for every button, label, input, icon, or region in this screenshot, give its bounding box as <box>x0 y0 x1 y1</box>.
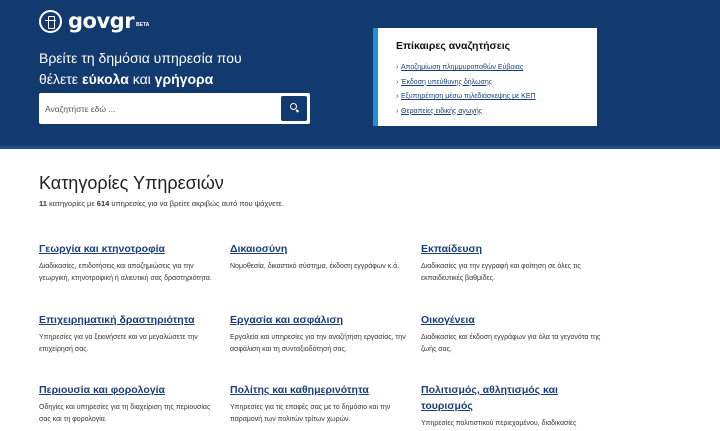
category-description: Εργαλεία και υπηρεσίες για την αναζήτηση… <box>230 334 406 353</box>
category-description: Διαδικασίες για την εγγραφή και φοίτηση … <box>421 263 581 282</box>
category-card: Πολιτισμός, αθλητισμός και τουρισμός Υπη… <box>421 382 596 430</box>
category-link-employment[interactable]: Εργασία και ασφάλιση <box>230 312 410 328</box>
category-link-justice[interactable]: Δικαιοσύνη <box>230 241 410 257</box>
category-link-culture[interactable]: Πολιτισμός, αθλητισμός και τουρισμός <box>421 382 596 414</box>
category-description: Υπηρεσίες για τις επαφές σας με το δημόσ… <box>230 404 391 423</box>
category-card: Περιουσία και φορολογία Οδηγίες και υπηρ… <box>39 382 219 426</box>
category-description: Διαδικασίες, επιδοτήσεις και αποζημιώσει… <box>39 263 212 282</box>
trending-item: › Αποζημίωση πλημμυροπαθών Εύβοιας <box>396 61 597 76</box>
trending-list: › Αποζημίωση πλημμυροπαθών Εύβοιας › Έκδοσ… <box>396 61 597 119</box>
hero-divider <box>0 146 720 149</box>
category-description: Υπηρεσίες πολιτιστικού περιεχομένου, δια… <box>421 420 577 427</box>
search-input[interactable] <box>39 93 275 124</box>
category-link-family[interactable]: Οικογένεια <box>421 312 601 328</box>
category-link-education[interactable]: Εκπαίδευση <box>421 241 601 257</box>
search-button[interactable] <box>281 96 307 121</box>
category-card: Εργασία και ασφάλιση Εργαλεία και υπηρεσ… <box>230 312 410 356</box>
govgr-logo[interactable]: govgr BETA <box>39 9 149 33</box>
category-link-agriculture[interactable]: Γεωργία και κτηνοτροφία <box>39 241 219 257</box>
trending-searches-panel: Επίκαιρες αναζητήσεις › Αποζημίωση πλημμυ… <box>373 28 597 126</box>
trending-item: › Εξυπηρέτηση μέσω τηλεδιάσκεψης με ΚΕΠ <box>396 90 597 105</box>
category-description: Νομοθεσία, δικαστικό σύστημα, έκδοση εγγ… <box>230 263 400 270</box>
category-card: Εκπαίδευση Διαδικασίες για την εγγραφή κ… <box>421 241 601 285</box>
category-card: Οικογένεια Διαδικασίες και έκδοση εγγράφ… <box>421 312 601 356</box>
category-link-business[interactable]: Επιχειρηματική δραστηριότητα <box>39 312 219 328</box>
greek-emblem-icon <box>39 9 62 33</box>
search-box <box>39 93 310 124</box>
trending-item: › Έκδοση υπεύθυνης δήλωσης <box>396 76 597 91</box>
hero-title: Βρείτε τη δημόσια υπηρεσία που θέλετε εύ… <box>39 50 242 87</box>
search-icon <box>290 103 297 110</box>
category-card: Δικαιοσύνη Νομοθεσία, δικαστικό σύστημα,… <box>230 241 410 273</box>
category-link-citizen[interactable]: Πολίτης και καθημερινότητα <box>230 382 410 398</box>
category-link-property-tax[interactable]: Περιουσία και φορολογία <box>39 382 219 398</box>
category-description: Οδηγίες και υπηρεσίες για τη διαχείριση … <box>39 404 211 423</box>
categories-subtitle: 11 κατηγορίες με 614 υπηρεσίες για να βρ… <box>39 199 284 208</box>
beta-badge: BETA <box>136 22 150 28</box>
category-description: Διαδικασίες και έκδοση εγγράφων για όλα … <box>421 334 601 353</box>
trending-link[interactable]: Αποζημίωση πλημμυροπαθών Εύβοιας <box>401 64 523 71</box>
trending-link[interactable]: Θεραπείες ειδικής αγωγής <box>401 108 482 115</box>
trending-item: › Θεραπείες ειδικής αγωγής <box>396 105 597 120</box>
trending-link[interactable]: Έκδοση υπεύθυνης δήλωσης <box>401 79 492 86</box>
category-description: Υπηρεσίες για να ξεκινήσετε και να μεγαλ… <box>39 334 198 353</box>
categories-title: Κατηγορίες Υπηρεσιών <box>39 173 224 193</box>
category-card: Επιχειρηματική δραστηριότητα Υπηρεσίες γ… <box>39 312 219 356</box>
trending-link[interactable]: Εξυπηρέτηση μέσω τηλεδιάσκεψης με ΚΕΠ <box>401 93 536 100</box>
trending-title: Επίκαιρες αναζητήσεις <box>396 40 511 52</box>
category-card: Γεωργία και κτηνοτροφία Διαδικασίες, επι… <box>39 241 219 285</box>
category-card: Πολίτης και καθημερινότητα Υπηρεσίες για… <box>230 382 410 426</box>
logo-wordmark: govgr <box>68 9 135 33</box>
